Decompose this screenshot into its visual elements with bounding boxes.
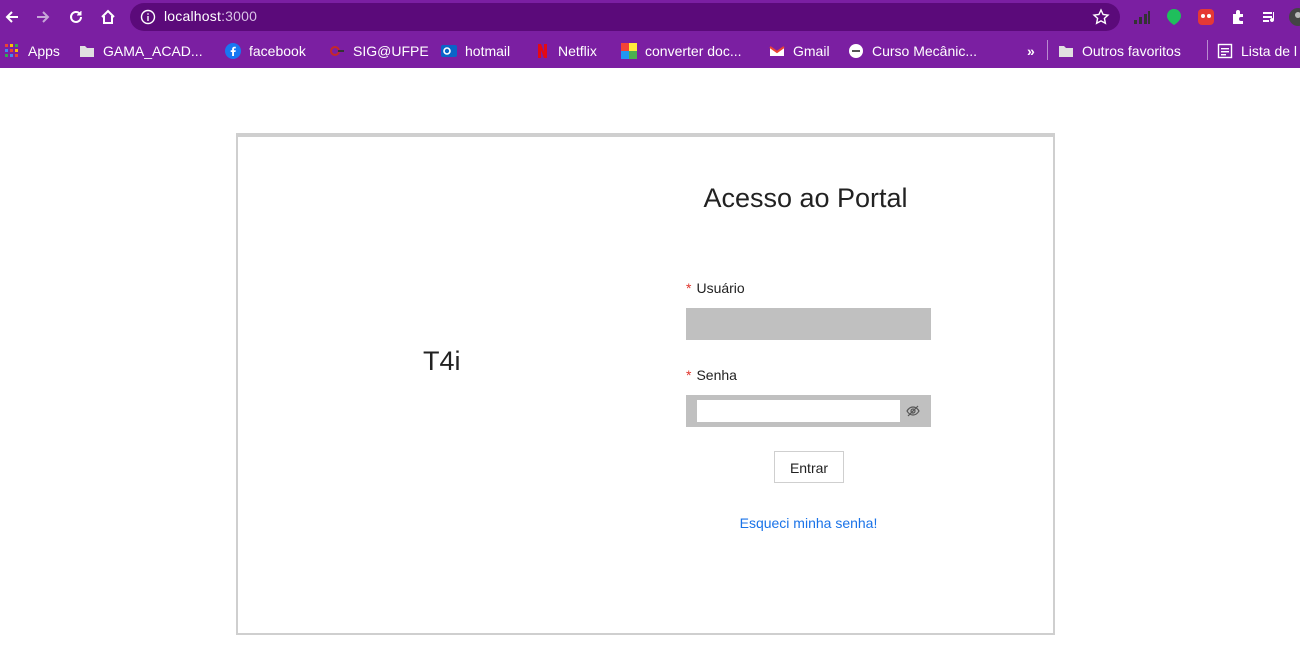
password-field [686,395,931,427]
red-extension-icon[interactable] [1196,7,1216,27]
url-host: localhost [164,8,222,24]
folder-icon [1058,43,1074,59]
bookmark-reading-list[interactable]: Lista de l [1217,41,1297,61]
media-controls-icon[interactable] [1260,7,1280,27]
bookmark-hotmail[interactable]: hotmail [441,41,510,61]
bookmarks-overflow-button[interactable]: » [1027,41,1035,61]
bookmark-gmail[interactable]: Gmail [769,41,830,61]
sig-icon [329,43,345,59]
signal-extension-icon[interactable] [1132,7,1152,27]
outlook-icon [441,43,457,59]
page-title: Acesso ao Portal [703,183,908,213]
bookmark-star-icon[interactable] [1092,8,1110,31]
green-extension-icon[interactable] [1164,7,1184,27]
login-button[interactable]: Entrar [774,451,844,483]
bookmark-label: GAMA_ACAD... [103,43,203,59]
password-label: * Senha [686,367,737,383]
home-icon[interactable] [96,5,120,29]
bookmark-label: converter doc... [645,43,742,59]
username-label: * Usuário [686,280,745,296]
converter-icon [621,43,637,59]
gmail-icon [769,43,785,59]
required-mark: * [686,367,692,383]
forward-icon[interactable] [31,5,55,29]
overflow-label: » [1027,43,1035,59]
url-port: :3000 [221,8,258,24]
username-input[interactable] [686,308,931,340]
reload-icon[interactable] [64,5,88,29]
folder-icon [79,43,95,59]
bookmark-facebook[interactable]: facebook [225,41,306,61]
password-label-text: Senha [696,367,737,383]
bookmark-label: Curso Mecânic... [872,43,978,59]
profile-avatar[interactable] [1288,7,1300,27]
bookmark-label: Outros favoritos [1082,43,1181,59]
reading-list-icon [1217,43,1233,59]
browser-chrome: localhost:3000 Apps GAMA_ACAD... faceboo… [0,0,1300,68]
forgot-password-link[interactable]: Esqueci minha senha! [0,515,1300,531]
back-icon[interactable] [0,5,24,29]
facebook-icon [225,43,241,59]
brand-logo-text: T4i [423,346,461,376]
url-text: localhost:3000 [164,8,257,24]
username-label-text: Usuário [696,280,745,296]
site-info-icon[interactable] [140,9,156,30]
bookmark-curso-mecanico[interactable]: Curso Mecânic... [848,41,977,61]
bookmarks-divider [1207,40,1208,60]
bookmark-label: facebook [249,43,306,59]
bookmark-label: Netflix [558,43,597,59]
bookmark-apps[interactable]: Apps [4,41,60,61]
extensions-puzzle-icon[interactable] [1228,7,1248,27]
bookmark-label: SIG@UFPE [353,43,429,59]
browser-toolbar: localhost:3000 [0,0,1300,34]
bookmark-converter[interactable]: converter doc... [621,41,742,61]
required-mark: * [686,280,692,296]
bookmark-label: Gmail [793,43,830,59]
netflix-icon [534,43,550,59]
bookmark-other-favorites[interactable]: Outros favoritos [1058,41,1181,61]
apps-grid-icon [4,43,20,59]
bookmark-label: hotmail [465,43,511,59]
bookmark-sig-ufpe[interactable]: SIG@UFPE [329,41,429,61]
toggle-password-visibility-icon[interactable] [906,404,920,423]
bookmark-label: Lista de l [1241,43,1298,59]
address-bar[interactable]: localhost:3000 [130,3,1120,31]
bookmark-label: Apps [28,43,60,59]
password-input[interactable] [697,400,900,422]
bookmark-netflix[interactable]: Netflix [534,41,597,61]
bookmarks-divider [1047,40,1048,60]
course-icon [848,43,864,59]
bookmark-gama-acad[interactable]: GAMA_ACAD... [79,41,203,61]
